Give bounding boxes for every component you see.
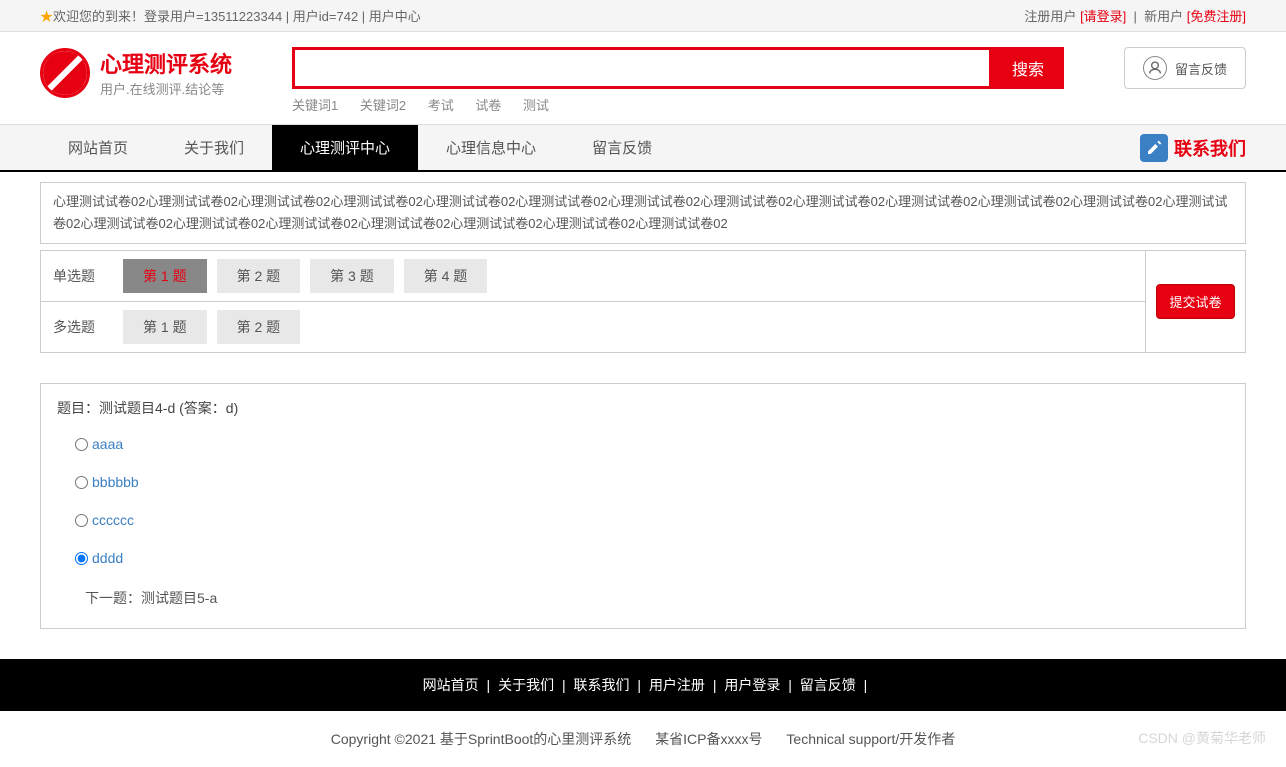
option-c-label[interactable]: cccccc (92, 512, 134, 528)
search-input[interactable] (292, 47, 992, 89)
header: 心理测评系统 用户.在线测评.结论等 搜索 关键词1 关键词2 考试 试卷 测试… (0, 32, 1286, 124)
radio-b[interactable] (75, 476, 88, 489)
top-bar: ★欢迎您的到来！登录用户=13511223344 | 用户id=742 | 用户… (0, 0, 1286, 32)
pencil-icon (1140, 134, 1168, 162)
welcome-label[interactable]: 欢迎您的到来！登录用户=13511223344 | 用户id=742 | 用户中… (53, 9, 421, 24)
star-icon: ★ (40, 9, 53, 24)
radio-d[interactable] (75, 552, 88, 565)
nav-feedback[interactable]: 留言反馈 (564, 125, 680, 170)
nav-info[interactable]: 心理信息中心 (418, 125, 564, 170)
multi-choice-label: 多选题 (53, 317, 123, 337)
radio-c[interactable] (75, 514, 88, 527)
single-choice-row: 单选题 第 1 题 第 2 题 第 3 题 第 4 题 (41, 251, 1145, 302)
footer-about-link[interactable]: 关于我们 (498, 677, 554, 693)
footer-login-link[interactable]: 用户登录 (724, 677, 780, 693)
multi-question-2-button[interactable]: 第 2 题 (217, 310, 301, 344)
option-b[interactable]: bbbbbb (75, 474, 1229, 490)
keyword-link[interactable]: 试卷 (475, 98, 501, 113)
question-2-button[interactable]: 第 2 题 (217, 259, 301, 293)
keyword-link[interactable]: 考试 (428, 98, 454, 113)
search-keywords: 关键词1 关键词2 考试 试卷 测试 (292, 95, 1064, 114)
nav-home[interactable]: 网站首页 (40, 125, 156, 170)
contact-label: 联系我们 (1174, 135, 1246, 161)
footer-home-link[interactable]: 网站首页 (423, 677, 479, 693)
next-question-link[interactable]: 下一题：测试题目5-a (85, 588, 1229, 608)
search-area: 搜索 关键词1 关键词2 考试 试卷 测试 (292, 47, 1064, 114)
question-title: 题目：测试题目4-d (答案：d) (57, 398, 1229, 418)
question-nav-table: 单选题 第 1 题 第 2 题 第 3 题 第 4 题 多选题 第 1 题 第 … (40, 250, 1246, 353)
content: 心理测试试卷02心理测试试卷02心理测试试卷02心理测试试卷02心理测试试卷02… (0, 172, 1286, 639)
keyword-link[interactable]: 测试 (523, 98, 549, 113)
multi-choice-row: 多选题 第 1 题 第 2 题 (41, 302, 1145, 352)
option-a[interactable]: aaaa (75, 436, 1229, 452)
headset-icon (1143, 56, 1167, 80)
search-button[interactable]: 搜索 (992, 47, 1064, 89)
icp-text: 某省ICP备xxxx号 (655, 731, 762, 747)
question-1-button[interactable]: 第 1 题 (123, 259, 207, 293)
question-3-button[interactable]: 第 3 题 (310, 259, 394, 293)
option-b-label[interactable]: bbbbbb (92, 474, 139, 490)
option-c[interactable]: cccccc (75, 512, 1229, 528)
new-user-label: 新用户 (1144, 9, 1183, 24)
multi-question-1-button[interactable]: 第 1 题 (123, 310, 207, 344)
radio-a[interactable] (75, 438, 88, 451)
copyright-text: Copyright ©2021 基于SprintBoot的心里测评系统 (331, 731, 632, 747)
question-4-button[interactable]: 第 4 题 (404, 259, 488, 293)
top-right-links: 注册用户 [请登录] | 新用户 [免费注册] (1024, 6, 1246, 25)
free-register-link[interactable]: [免费注册] (1187, 9, 1246, 24)
nav-bar: 网站首页 关于我们 心理测评中心 心理信息中心 留言反馈 联系我们 (0, 124, 1286, 172)
tech-support-link[interactable]: Technical support/开发作者 (786, 731, 955, 747)
footer-contact-link[interactable]: 联系我们 (574, 677, 630, 693)
footer-feedback-link[interactable]: 留言反馈 (800, 677, 856, 693)
submit-exam-button[interactable]: 提交试卷 (1156, 284, 1234, 319)
option-d-label[interactable]: dddd (92, 550, 123, 566)
nav-items: 网站首页 关于我们 心理测评中心 心理信息中心 留言反馈 (40, 125, 680, 170)
footer-copyright: Copyright ©2021 基于SprintBoot的心里测评系统 某省IC… (0, 711, 1286, 767)
option-a-label[interactable]: aaaa (92, 436, 123, 452)
keyword-link[interactable]: 关键词2 (360, 98, 406, 113)
logo-title: 心理测评系统 (100, 47, 232, 79)
logo-subtitle: 用户.在线测评.结论等 (100, 79, 232, 98)
welcome-text: ★欢迎您的到来！登录用户=13511223344 | 用户id=742 | 用户… (40, 6, 421, 25)
feedback-button[interactable]: 留言反馈 (1124, 47, 1246, 89)
login-link[interactable]: [请登录] (1080, 9, 1126, 24)
feedback-label: 留言反馈 (1175, 59, 1227, 78)
answer-box: 题目：测试题目4-d (答案：d) aaaa bbbbbb cccccc ddd… (40, 383, 1246, 629)
logo-icon (40, 48, 90, 98)
logo-area[interactable]: 心理测评系统 用户.在线测评.结论等 (40, 47, 232, 98)
contact-us-link[interactable]: 联系我们 (1140, 134, 1246, 162)
footer-nav: 网站首页 | 关于我们 | 联系我们 | 用户注册 | 用户登录 | 留言反馈 … (0, 659, 1286, 711)
reg-user-label: 注册用户 (1024, 9, 1076, 24)
footer-register-link[interactable]: 用户注册 (649, 677, 705, 693)
keyword-link[interactable]: 关键词1 (292, 98, 338, 113)
option-d[interactable]: dddd (75, 550, 1229, 566)
description-box: 心理测试试卷02心理测试试卷02心理测试试卷02心理测试试卷02心理测试试卷02… (40, 182, 1246, 244)
watermark: CSDN @黄菊华老师 (1138, 728, 1266, 748)
single-choice-label: 单选题 (53, 266, 123, 286)
nav-about[interactable]: 关于我们 (156, 125, 272, 170)
nav-assessment[interactable]: 心理测评中心 (272, 125, 418, 170)
